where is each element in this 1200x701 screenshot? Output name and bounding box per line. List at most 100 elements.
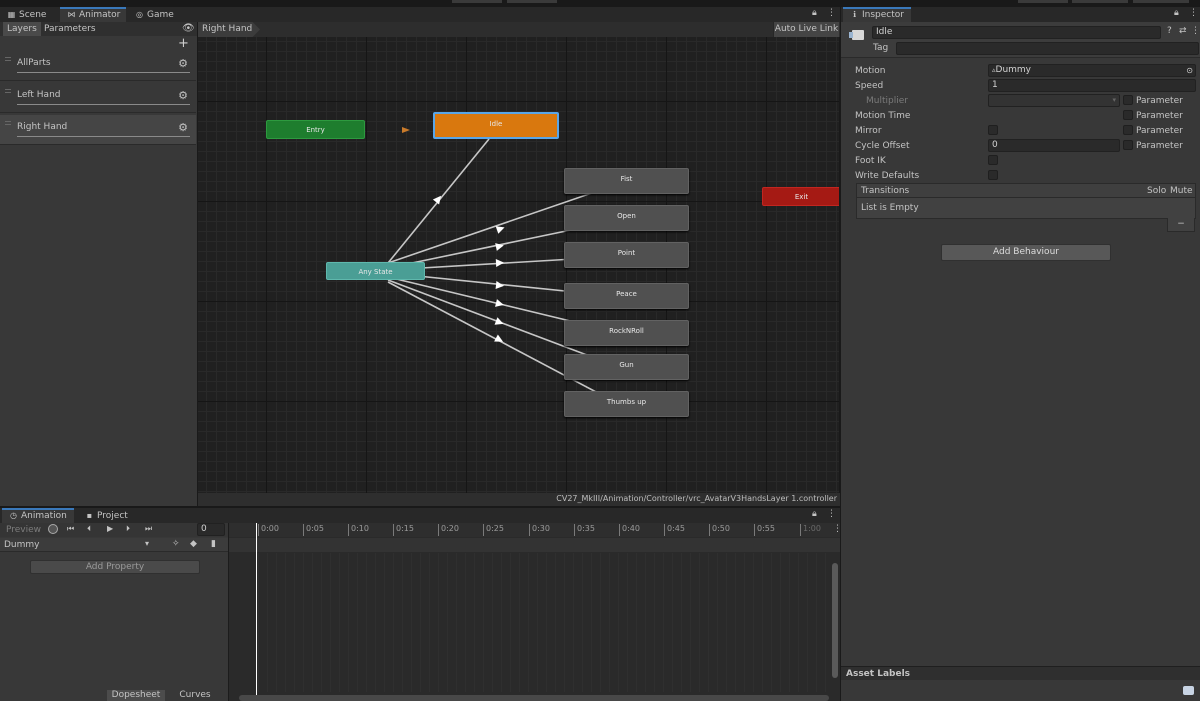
tab-game[interactable]: ◎ Game xyxy=(128,7,188,22)
tag-field[interactable] xyxy=(896,42,1199,55)
state-exit[interactable]: Exit xyxy=(762,187,839,206)
tab-inspector[interactable]: ℹ Inspector xyxy=(843,7,911,22)
drag-handle-icon[interactable] xyxy=(5,89,11,93)
plus-icon[interactable]: + xyxy=(178,37,189,50)
layer-weight-bar xyxy=(17,104,190,105)
asset-labels-bar: Asset Labels xyxy=(841,666,1200,680)
frame-field[interactable]: 0 xyxy=(197,523,225,536)
time-ruler[interactable]: 0:00 0:05 0:10 0:15 0:20 0:25 0:30 0:35 … xyxy=(229,523,842,537)
foot-ik-checkbox[interactable] xyxy=(988,155,998,165)
state-entry[interactable]: Entry xyxy=(266,120,365,139)
event-marker-icon[interactable]: ▮ xyxy=(211,539,216,549)
horizontal-scrollbar[interactable] xyxy=(239,695,829,701)
drag-handle-icon[interactable] xyxy=(5,57,11,61)
preview-toggle[interactable]: Preview xyxy=(6,525,41,535)
play-icon[interactable]: ▶ xyxy=(107,524,113,533)
next-keyframe-icon[interactable]: ⏵︎ xyxy=(126,524,130,534)
chevron-down-icon: ▾ xyxy=(1112,96,1116,104)
dopesheet-tab[interactable]: Dopesheet xyxy=(107,690,165,701)
folder-icon: ▪ xyxy=(86,511,93,520)
state-peace[interactable]: Peace xyxy=(564,283,689,309)
kebab-menu-icon[interactable]: ⋮ xyxy=(827,8,836,18)
tab-layers[interactable]: Layers xyxy=(3,22,41,36)
state-thumbsup[interactable]: Thumbs up xyxy=(564,391,689,417)
arrow-head-icon xyxy=(494,317,504,325)
state-any-state[interactable]: Any State xyxy=(326,262,425,280)
tab-parameters[interactable]: Parameters xyxy=(40,22,100,36)
chevron-down-icon[interactable]: ▾ xyxy=(145,539,149,548)
layer-weight-bar xyxy=(17,136,190,137)
kebab-menu-icon[interactable]: ⋮ xyxy=(1189,8,1198,18)
kebab-menu-icon[interactable]: ⋮ xyxy=(827,509,836,519)
mirror-checkbox[interactable] xyxy=(988,125,998,135)
playhead[interactable] xyxy=(256,523,257,695)
grid-icon: ▦ xyxy=(7,10,16,19)
state-open[interactable]: Open xyxy=(564,205,689,231)
help-icon[interactable]: ? xyxy=(1167,26,1172,36)
toolbar-button[interactable] xyxy=(452,0,502,3)
tab-project[interactable]: ▪ Project xyxy=(78,508,140,523)
kebab-menu-icon[interactable]: ⋮ xyxy=(1191,26,1200,36)
tab-animation[interactable]: ◷ Animation xyxy=(2,508,74,523)
gear-icon[interactable]: ⚙ xyxy=(178,121,188,134)
record-icon[interactable] xyxy=(48,524,58,534)
state-point[interactable]: Point xyxy=(564,242,689,268)
lock-icon[interactable]: 🔒︎ xyxy=(812,8,817,18)
drag-handle-icon[interactable] xyxy=(5,121,11,125)
state-gun[interactable]: Gun xyxy=(564,354,689,380)
preset-icon[interactable]: ⇄ xyxy=(1179,26,1187,36)
timeline-area[interactable]: 0:00 0:05 0:10 0:15 0:20 0:25 0:30 0:35 … xyxy=(228,523,842,701)
multiplier-parameter-checkbox[interactable] xyxy=(1123,95,1133,105)
state-fist[interactable]: Fist xyxy=(564,168,689,194)
remove-transition-button[interactable]: − xyxy=(1167,218,1195,232)
transition-arrows xyxy=(387,127,625,394)
info-icon: ℹ xyxy=(852,10,857,19)
add-event-icon[interactable]: ◆ xyxy=(190,539,197,549)
gear-icon[interactable]: ⚙ xyxy=(178,89,188,102)
transitions-header: Transitions Solo Mute xyxy=(856,183,1196,198)
vertical-scrollbar[interactable] xyxy=(832,563,838,678)
prev-keyframe-icon[interactable]: ⏴︎ xyxy=(87,524,91,534)
toolbar-button[interactable] xyxy=(1133,0,1189,3)
motion-label: Motion xyxy=(855,66,886,76)
add-behaviour-button[interactable]: Add Behaviour xyxy=(941,244,1111,261)
object-picker-icon[interactable]: ⊙ xyxy=(1186,65,1193,76)
curves-tab[interactable]: Curves xyxy=(166,690,224,701)
write-defaults-label: Write Defaults xyxy=(855,171,920,181)
lock-icon[interactable]: 🔒︎ xyxy=(1174,8,1179,18)
add-keyframe-icon[interactable]: ✧ xyxy=(172,539,180,549)
cycle-offset-parameter-checkbox[interactable] xyxy=(1123,140,1133,150)
add-property-button[interactable]: Add Property xyxy=(30,560,200,574)
toolbar-button[interactable] xyxy=(1018,0,1068,3)
label-tag-icon[interactable] xyxy=(1183,686,1194,695)
layer-name: Right Hand xyxy=(17,122,68,132)
last-keyframe-icon[interactable]: ⏭ xyxy=(145,524,152,534)
animator-graph[interactable]: Entry Idle Any State Exit Fist Open Poin… xyxy=(198,37,839,493)
tab-scene[interactable]: ▦ Scene xyxy=(0,7,58,22)
toolbar-button[interactable] xyxy=(507,0,557,3)
mirror-parameter-checkbox[interactable] xyxy=(1123,125,1133,135)
tab-animator[interactable]: ⋈ Animator xyxy=(60,7,126,22)
state-idle[interactable]: Idle xyxy=(433,112,559,139)
speed-field[interactable]: 1 xyxy=(988,79,1196,92)
toolbar-button[interactable] xyxy=(1072,0,1128,3)
breadcrumb[interactable]: Right Hand xyxy=(198,22,260,37)
first-keyframe-icon[interactable]: ⏮ xyxy=(67,524,74,534)
clip-dropdown[interactable]: Dummy xyxy=(4,540,40,550)
lock-icon[interactable]: 🔒︎ xyxy=(812,509,817,519)
layer-right-hand[interactable]: Right Hand ⚙ xyxy=(0,115,196,145)
motion-time-parameter-checkbox[interactable] xyxy=(1123,110,1133,120)
layer-allparts[interactable]: AllParts ⚙ xyxy=(0,51,196,81)
write-defaults-checkbox[interactable] xyxy=(988,170,998,180)
state-name-field[interactable]: Idle xyxy=(872,26,1161,39)
motion-time-label: Motion Time xyxy=(855,111,911,121)
motion-field[interactable]: ▵Dummy ⊙ xyxy=(988,64,1196,77)
layer-left-hand[interactable]: Left Hand ⚙ xyxy=(0,83,196,113)
time-tick: 0:20 xyxy=(438,524,459,536)
inspector-panel: Idle ? ⇄ ⋮ Tag Motion ▵Dummy ⊙ Speed 1 M… xyxy=(841,22,1200,701)
gear-icon[interactable]: ⚙ xyxy=(178,57,188,70)
state-rocknroll[interactable]: RockNRoll xyxy=(564,320,689,346)
cycle-offset-field[interactable]: 0 xyxy=(988,139,1120,152)
eye-icon[interactable]: 👁︎ xyxy=(182,23,195,34)
auto-live-link-button[interactable]: Auto Live Link xyxy=(773,22,839,37)
